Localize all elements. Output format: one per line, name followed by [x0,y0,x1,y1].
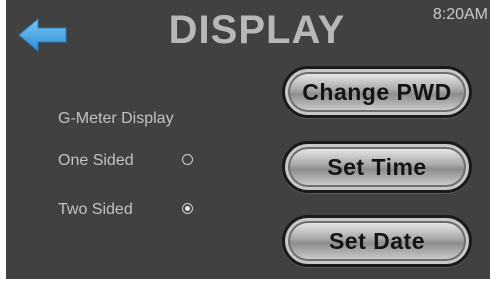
set-time-button[interactable]: Set Time [282,141,472,193]
one-sided-radio[interactable] [182,154,193,165]
g-meter-display-label: G-Meter Display [58,110,174,127]
two-sided-radio[interactable] [182,203,193,214]
change-pwd-button[interactable]: Change PWD [282,66,472,118]
two-sided-option[interactable]: Two Sided [58,201,198,221]
display-screen: DISPLAY 8:20AM G-Meter Display One Sided… [6,0,490,279]
one-sided-label: One Sided [58,152,134,169]
set-time-label: Set Time [327,153,427,180]
clock-time: 8:20AM [432,6,488,23]
page-title: DISPLAY [168,8,346,52]
one-sided-option[interactable]: One Sided [58,152,198,172]
two-sided-label: Two Sided [58,201,133,218]
change-pwd-label: Change PWD [302,78,452,105]
set-date-button[interactable]: Set Date [282,215,472,267]
set-date-label: Set Date [328,227,426,254]
